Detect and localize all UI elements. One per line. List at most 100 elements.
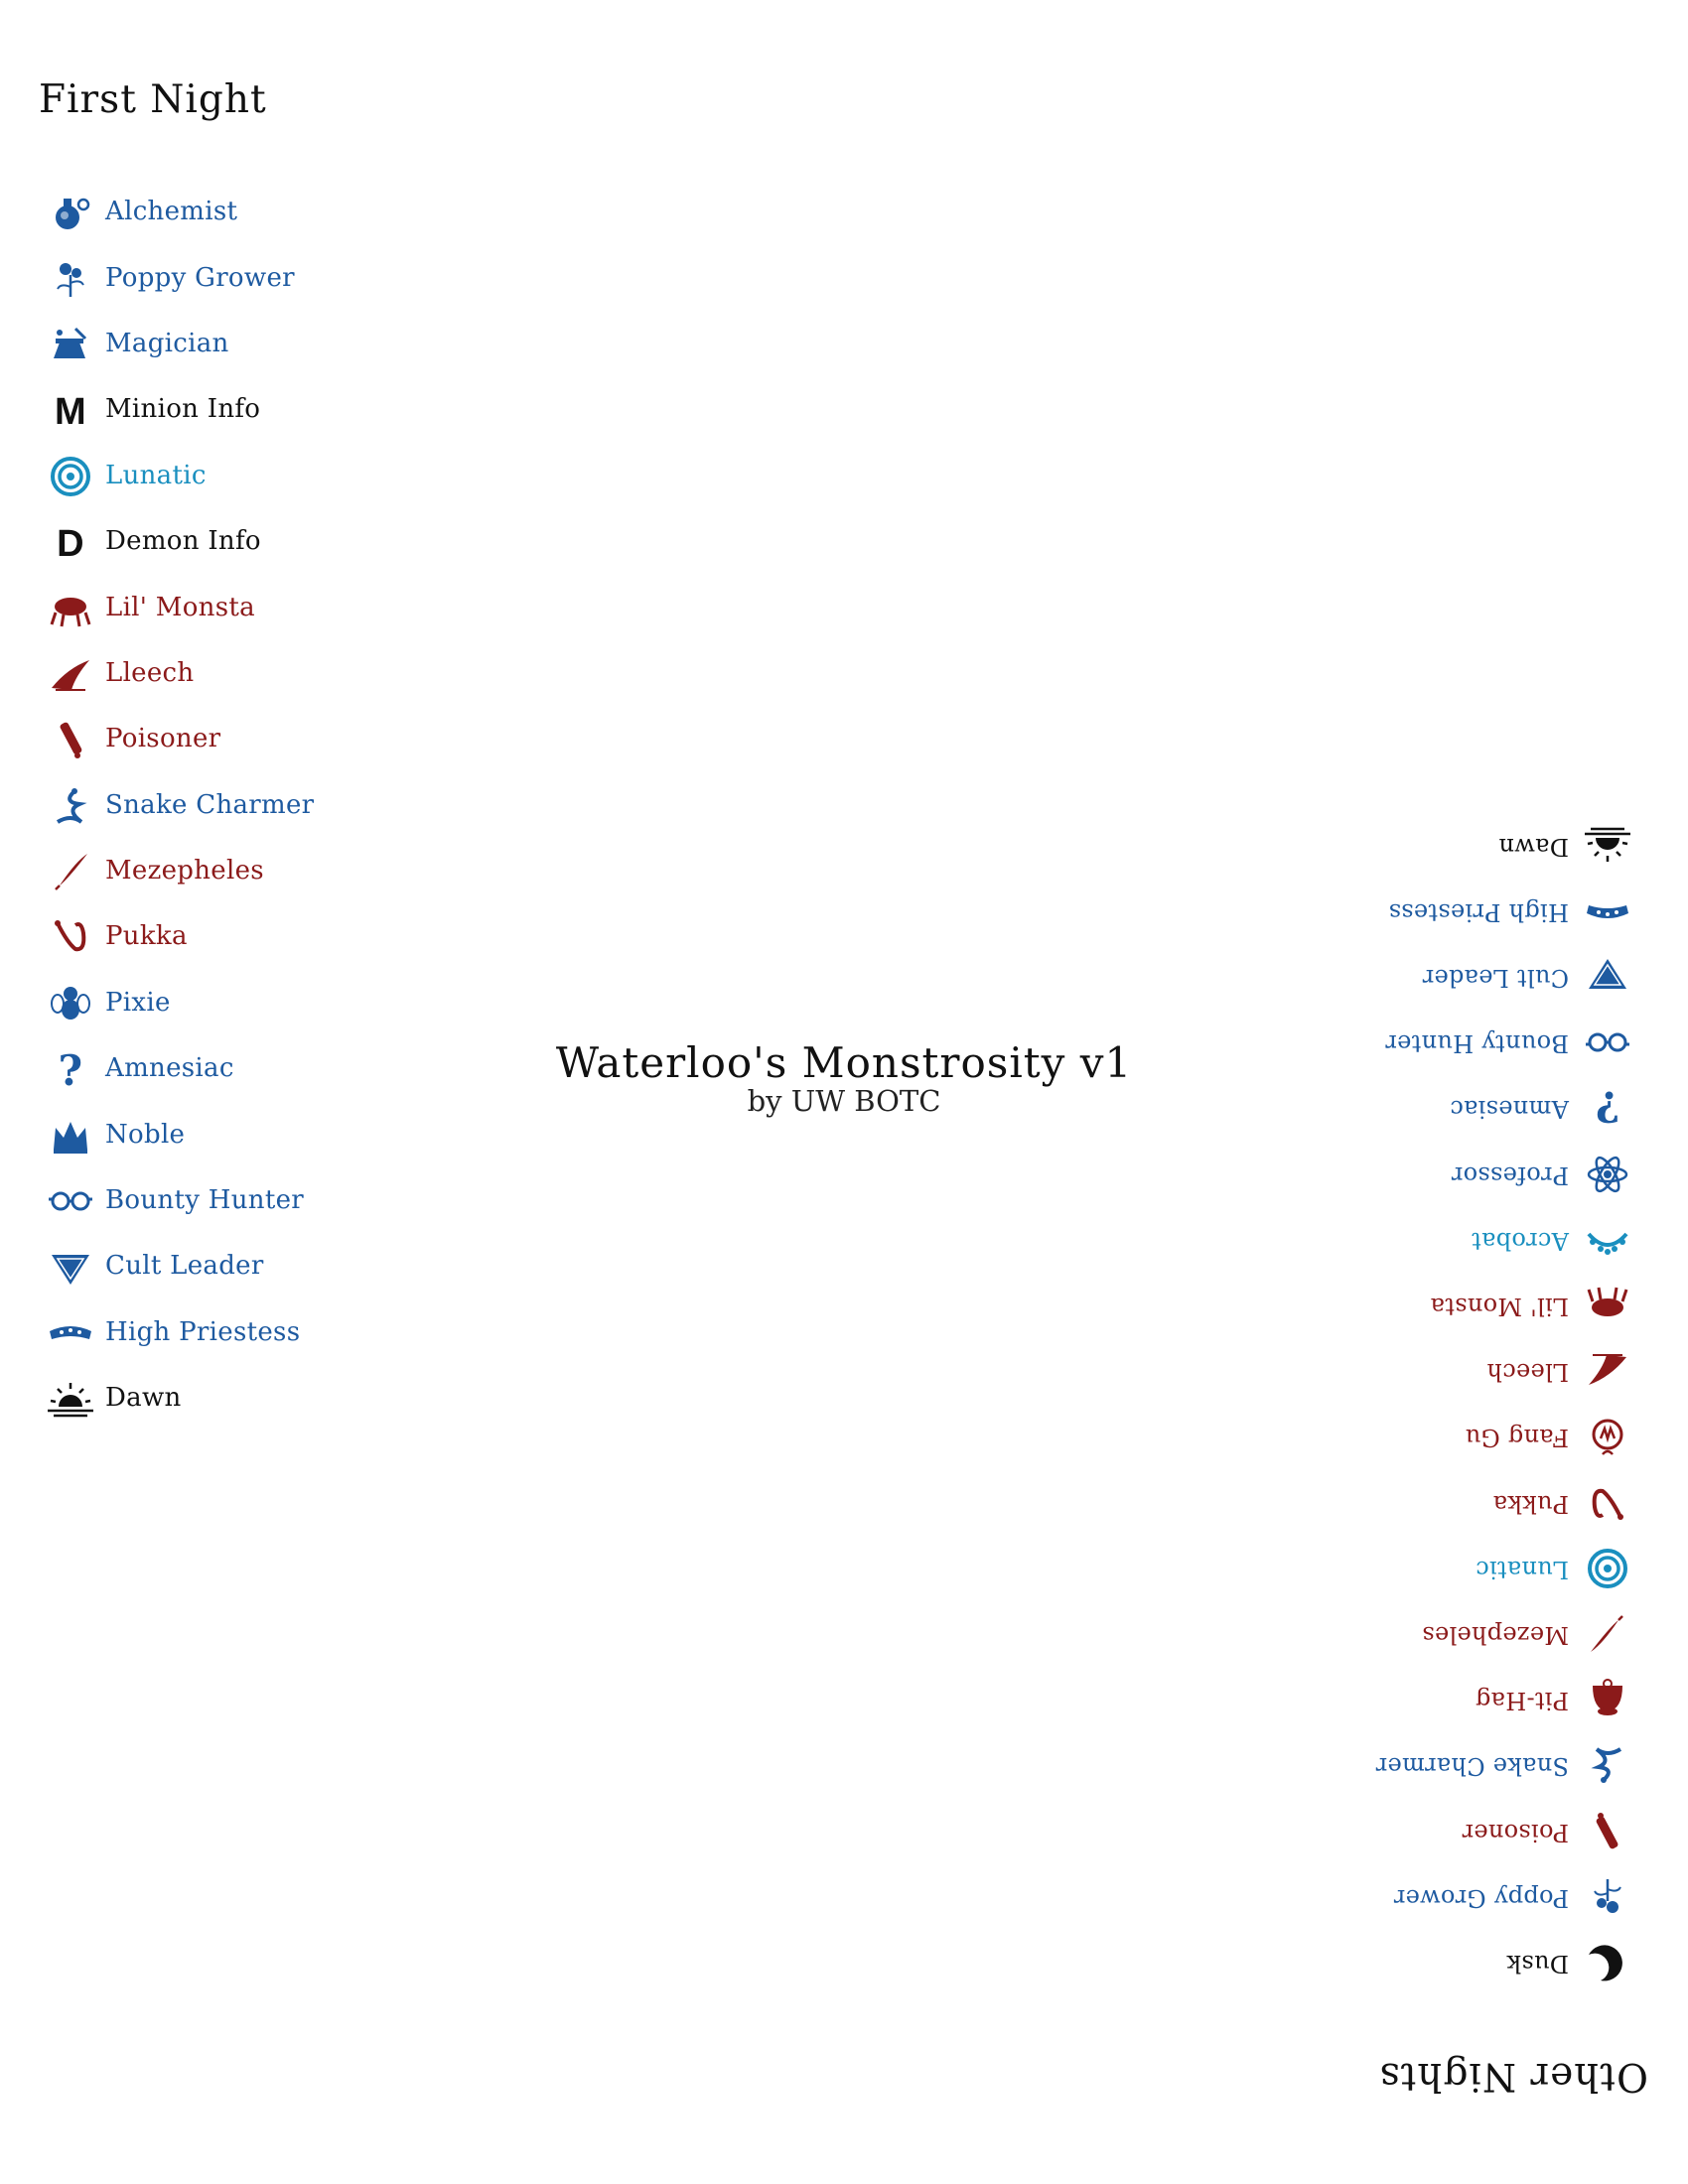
night-order-label: Demon Info — [105, 526, 261, 557]
night-order-item: Lil' Monsta — [46, 574, 314, 639]
demon-info-icon: D — [46, 518, 95, 564]
night-order-item: Lunatic — [1375, 1537, 1632, 1602]
night-order-label: High Priestess — [1388, 897, 1569, 926]
night-order-label: Acrobat — [1471, 1226, 1569, 1255]
mezepheles-icon — [46, 848, 95, 893]
svg-text:?: ? — [1596, 1086, 1620, 1131]
mezepheles-icon — [1583, 1612, 1632, 1658]
night-order-label: Lunatic — [105, 460, 207, 490]
night-order-item: M Minion Info — [46, 376, 314, 442]
magician-icon — [46, 321, 95, 366]
night-order-label: Mezepheles — [1422, 1620, 1569, 1649]
night-order-label: Professor — [1451, 1160, 1569, 1189]
professor-icon — [1583, 1153, 1632, 1198]
night-order-label: Dusk — [1506, 1949, 1569, 1978]
night-order-item: Pit-Hag — [1375, 1668, 1632, 1733]
noble-icon — [46, 1112, 95, 1158]
night-order-label: Snake Charmer — [1375, 1752, 1569, 1781]
other-nights-section: Other Nights Dusk Poppy Grower Poisoner Sna… — [1152, 814, 1648, 2105]
night-order-item: Mezepheles — [46, 838, 314, 903]
night-order-item: Dawn — [1375, 814, 1632, 880]
night-order-item: Snake Charmer — [1375, 1733, 1632, 1799]
night-order-item: Poisoner — [1375, 1799, 1632, 1864]
night-order-item: Pukka — [1375, 1471, 1632, 1537]
night-order-item: Lunatic — [46, 443, 314, 508]
poppy-grower-icon — [1583, 1875, 1632, 1921]
night-order-item: Mezepheles — [1375, 1602, 1632, 1668]
lil-monsta-icon — [1583, 1284, 1632, 1329]
night-order-item: Poppy Grower — [46, 244, 314, 310]
pukka-icon — [46, 913, 95, 959]
other-nights-list: Dusk Poppy Grower Poisoner Snake Charmer Pit… — [1375, 814, 1632, 1996]
night-order-item: Pukka — [46, 903, 314, 969]
night-order-item: Alchemist — [46, 179, 314, 244]
night-order-label: Amnesiac — [1450, 1095, 1569, 1124]
night-order-item: Snake Charmer — [46, 772, 314, 838]
night-order-item: Cult Leader — [1375, 945, 1632, 1011]
night-order-label: Alchemist — [105, 197, 238, 227]
night-order-item: Professor — [1375, 1143, 1632, 1208]
lleech-icon — [46, 650, 95, 696]
high-priestess-icon — [1583, 889, 1632, 935]
snake-charmer-icon — [46, 782, 95, 828]
night-order-item: ? Amnesiac — [1375, 1076, 1632, 1142]
lunatic-icon — [1583, 1547, 1632, 1592]
poisoner-icon — [46, 716, 95, 761]
night-order-item: D Demon Info — [46, 508, 314, 574]
night-order-label: Poppy Grower — [105, 262, 295, 293]
night-order-label: Bounty Hunter — [105, 1185, 304, 1216]
night-order-item: Cult Leader — [46, 1233, 314, 1298]
night-order-label: High Priestess — [105, 1316, 301, 1347]
night-order-item: Dusk — [1375, 1931, 1632, 1996]
first-night-list: Alchemist Poppy Grower Magician M Minion Inf… — [46, 179, 314, 1431]
night-order-label: Lil' Monsta — [1430, 1293, 1569, 1321]
poisoner-icon — [1583, 1810, 1632, 1855]
night-order-label: Minion Info — [105, 394, 261, 425]
night-order-label: Dawn — [1498, 832, 1569, 861]
night-order-label: Snake Charmer — [105, 789, 315, 820]
poppy-grower-icon — [46, 255, 95, 301]
dusk-icon — [1583, 1941, 1632, 1986]
lleech-icon — [1583, 1349, 1632, 1395]
night-order-label: Poppy Grower — [1393, 1883, 1569, 1912]
cult-leader-icon — [1583, 955, 1632, 1001]
pixie-icon — [46, 980, 95, 1025]
svg-text:M: M — [55, 391, 86, 432]
fang-gu-icon — [1583, 1415, 1632, 1460]
night-order-label: Pukka — [105, 921, 188, 952]
night-order-label: Poisoner — [1462, 1818, 1569, 1846]
lunatic-icon — [46, 453, 95, 498]
alchemist-icon — [46, 189, 95, 234]
night-order-label: Dawn — [105, 1383, 182, 1414]
cult-leader-icon — [46, 1243, 95, 1289]
night-order-label: Lleech — [1486, 1358, 1569, 1387]
snake-charmer-icon — [1583, 1743, 1632, 1789]
night-order-item: High Priestess — [46, 1299, 314, 1365]
night-order-label: Noble — [105, 1119, 186, 1150]
night-order-label: Fang Gu — [1465, 1424, 1569, 1452]
pit-hag-icon — [1583, 1678, 1632, 1723]
night-order-label: Pukka — [1492, 1489, 1570, 1518]
other-nights-title: Other Nights — [1378, 2054, 1648, 2099]
night-order-label: Lil' Monsta — [105, 592, 255, 622]
dawn-icon — [1583, 824, 1632, 870]
night-order-label: Cult Leader — [105, 1251, 264, 1282]
first-night-title: First Night — [39, 77, 267, 122]
dawn-icon — [46, 1375, 95, 1421]
amnesiac-icon: ? — [1583, 1086, 1632, 1132]
night-order-label: Lleech — [105, 657, 195, 688]
minion-info-icon: M — [46, 386, 95, 432]
night-order-item: Pixie — [46, 970, 314, 1035]
bounty-hunter-icon — [1583, 1021, 1632, 1066]
bounty-hunter-icon — [46, 1177, 95, 1223]
night-order-item: Poppy Grower — [1375, 1865, 1632, 1931]
night-order-item: Dawn — [46, 1365, 314, 1431]
lil-monsta-icon — [46, 585, 95, 630]
night-order-label: Magician — [105, 328, 229, 358]
night-order-label: Mezepheles — [105, 856, 264, 887]
night-order-label: Bounty Hunter — [1385, 1029, 1569, 1058]
night-order-label: Lunatic — [1475, 1555, 1569, 1583]
night-order-item: Lleech — [1375, 1339, 1632, 1405]
night-order-item: Lleech — [46, 640, 314, 706]
pukka-icon — [1583, 1481, 1632, 1527]
